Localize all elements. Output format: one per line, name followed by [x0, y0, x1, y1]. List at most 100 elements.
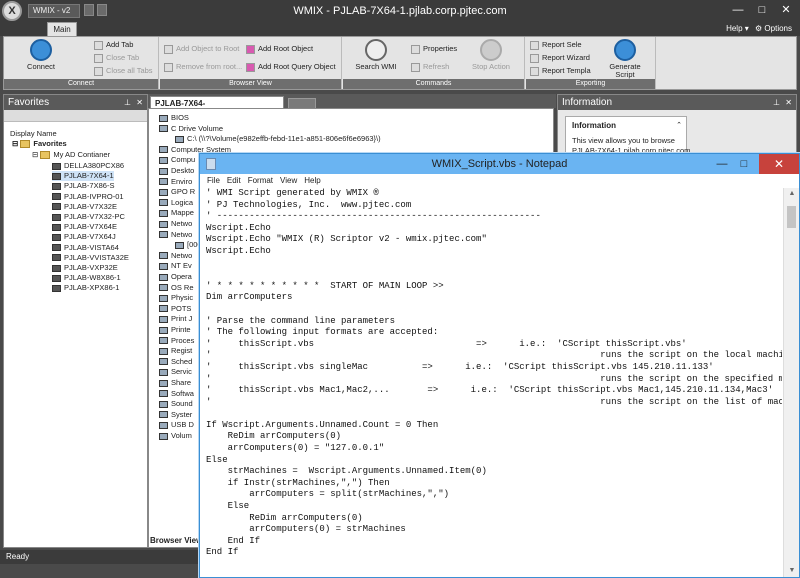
- wmi-tree-item[interactable]: Physic: [159, 293, 193, 303]
- tree-item-machine[interactable]: PJLAB-V7X32E: [52, 202, 117, 212]
- wmi-tree-item[interactable]: Sched: [159, 357, 192, 367]
- wmi-tree-item[interactable]: NT Ev: [159, 261, 192, 271]
- wmi-tree-item[interactable]: Servic: [159, 367, 192, 377]
- computer-icon: [52, 254, 61, 262]
- pin-icon[interactable]: ⊥: [773, 95, 780, 110]
- notepad-title: WMIX_Script.vbs - Notepad: [431, 158, 568, 170]
- wmi-tree-label: Printe: [171, 325, 191, 334]
- close-all-tabs-button[interactable]: Close all Tabs: [94, 65, 153, 76]
- wmi-tree-item[interactable]: C:\ (\\?\Volume{e982effb-febd-11e1-a851-…: [175, 134, 381, 144]
- close-icon[interactable]: ✕: [774, 0, 798, 20]
- tree-item-machine[interactable]: PJLAB-V7X32-PC: [52, 212, 125, 222]
- tree-item-machine[interactable]: PJLAB-7X86-S: [52, 181, 114, 191]
- wmi-tree-item[interactable]: Regist: [159, 346, 192, 356]
- stop-action-button[interactable]: Stop Action: [468, 39, 514, 71]
- maximize-icon[interactable]: □: [733, 154, 755, 174]
- tree-item-label: PJLAB-VXP32E: [64, 263, 118, 272]
- wmi-tree-item[interactable]: Printe: [159, 325, 191, 335]
- refresh-button[interactable]: Refresh: [411, 61, 449, 72]
- wmi-tree-item[interactable]: Deskto: [159, 166, 194, 176]
- tree-root-favorites[interactable]: ⊟ Favorites: [12, 139, 67, 149]
- minimize-icon[interactable]: —: [726, 0, 750, 20]
- ribbon-group-commands: Search WMI Properties Refresh Stop Actio…: [343, 37, 525, 89]
- report-template-button[interactable]: Report Templa: [530, 65, 591, 76]
- menu-edit[interactable]: Edit: [227, 174, 241, 187]
- wmi-tree-item[interactable]: Proces: [159, 336, 194, 346]
- tree-item-machine[interactable]: PJLAB-7X64-1: [52, 171, 114, 182]
- wmi-tree-item[interactable]: Syster: [159, 410, 192, 420]
- close-tab-button[interactable]: Close Tab: [94, 52, 139, 63]
- favorites-panel: Favorites ⊥ ✕ Display Name ⊟ Favorites ⊟ M…: [3, 94, 148, 548]
- add-tab-button[interactable]: Add Tab: [94, 39, 133, 50]
- notepad-icon: [206, 158, 216, 170]
- wmi-tree-item[interactable]: Netwo: [159, 230, 192, 240]
- connect-button[interactable]: Connect: [16, 39, 66, 71]
- wmi-class-icon: [159, 114, 168, 122]
- menu-format[interactable]: Format: [248, 174, 273, 187]
- scroll-up-icon[interactable]: ▲: [784, 188, 800, 200]
- favorites-title: Favorites: [8, 97, 50, 108]
- column-header[interactable]: Display Name: [10, 129, 57, 139]
- tree-item-machine[interactable]: PJLAB-XPX86-1: [52, 283, 119, 293]
- wmi-tree-item[interactable]: Print J: [159, 314, 192, 324]
- wmi-tree-item[interactable]: Softwa: [159, 389, 194, 399]
- wmi-tree-item[interactable]: Opera: [159, 272, 192, 282]
- report-wizard-button[interactable]: Report Wizard: [530, 52, 590, 63]
- properties-button[interactable]: Properties: [411, 43, 457, 54]
- close-icon[interactable]: ✕: [136, 95, 143, 110]
- wmi-tree-label: POTS: [171, 303, 192, 313]
- wmi-tree-item[interactable]: Sound: [159, 399, 193, 409]
- gear-icon[interactable]: ⚙: [755, 24, 762, 33]
- scroll-thumb[interactable]: [787, 206, 796, 228]
- minimize-icon[interactable]: —: [711, 154, 733, 174]
- report-selector-button[interactable]: Report Sele: [530, 39, 582, 50]
- wmi-tree-item[interactable]: GPO R: [159, 187, 195, 197]
- add-root-object-button[interactable]: Add Root Object: [246, 43, 313, 54]
- tree-item-machine[interactable]: PJLAB-VXP32E: [52, 263, 118, 273]
- wmi-tree-item[interactable]: Mappe: [159, 208, 194, 218]
- wmi-tree-label: GPO R: [171, 187, 196, 197]
- menu-view[interactable]: View: [280, 174, 297, 187]
- wmi-tree-item[interactable]: Enviro: [159, 177, 192, 187]
- tree-item-machine[interactable]: DELLA380PCX86: [52, 161, 124, 171]
- add-object-to-root-button[interactable]: Add Object to Root: [164, 43, 239, 54]
- remove-from-root-button[interactable]: Remove from root...: [164, 61, 242, 72]
- menu-help[interactable]: Help: [304, 174, 320, 187]
- close-icon[interactable]: ✕: [785, 95, 792, 110]
- close-icon[interactable]: ✕: [759, 154, 799, 174]
- wmi-tree-item[interactable]: POTS: [159, 304, 191, 314]
- generate-script-button[interactable]: Generate Script: [600, 39, 650, 79]
- wmi-tree-item[interactable]: Compu: [159, 155, 195, 165]
- notepad-text-area[interactable]: ' WMI Script generated by WMIX ® ' PJ Te…: [206, 188, 782, 576]
- tree-item-label: PJLAB-VVISTA32E: [64, 252, 129, 262]
- tree-item-machine[interactable]: PJLAB-VISTA64: [52, 243, 119, 253]
- pin-icon[interactable]: ⊥: [124, 95, 131, 110]
- collapse-icon[interactable]: ⌃: [676, 121, 682, 129]
- wmi-tree-item[interactable]: BIOS: [159, 113, 189, 123]
- tree-item-machine[interactable]: PJLAB-V7X64J: [52, 232, 116, 242]
- wmi-tree-item[interactable]: Logica: [159, 198, 193, 208]
- wmi-tree-item[interactable]: Share: [159, 378, 191, 388]
- wmi-tree-item[interactable]: Volum: [159, 431, 192, 441]
- options-menu[interactable]: Options: [764, 24, 792, 33]
- wmi-tree-item[interactable]: USB D: [159, 420, 194, 430]
- add-root-query-object-button[interactable]: Add Root Query Object: [246, 61, 336, 72]
- tree-item-machine[interactable]: PJLAB-V7X64E: [52, 222, 117, 232]
- maximize-icon[interactable]: □: [750, 0, 774, 20]
- search-wmi-button[interactable]: Search WMI: [351, 39, 401, 71]
- wmi-tree-item[interactable]: OS Re: [159, 283, 194, 293]
- tab-main[interactable]: Main: [47, 22, 77, 36]
- vertical-scrollbar[interactable]: ▲ ▼: [783, 188, 799, 577]
- tree-item-machine[interactable]: PJLAB-VVISTA32E: [52, 253, 129, 263]
- help-menu[interactable]: Help ▾: [726, 24, 749, 33]
- tree-folder[interactable]: ⊟ My AD Contianer: [32, 150, 110, 160]
- wmi-class-icon: [159, 284, 168, 292]
- menu-file[interactable]: File: [207, 174, 220, 187]
- wmi-tree-item[interactable]: [000: [175, 240, 202, 250]
- scroll-down-icon[interactable]: ▼: [784, 565, 800, 577]
- tree-item-machine[interactable]: PJLAB-IVPRO-01: [52, 192, 124, 202]
- wmi-tree-item[interactable]: Netwo: [159, 251, 192, 261]
- wmi-tree-item[interactable]: Netwo: [159, 219, 192, 229]
- wmi-tree-item[interactable]: C Drive Volume: [159, 124, 223, 134]
- tree-item-machine[interactable]: PJLAB-W8X86-1: [52, 273, 121, 283]
